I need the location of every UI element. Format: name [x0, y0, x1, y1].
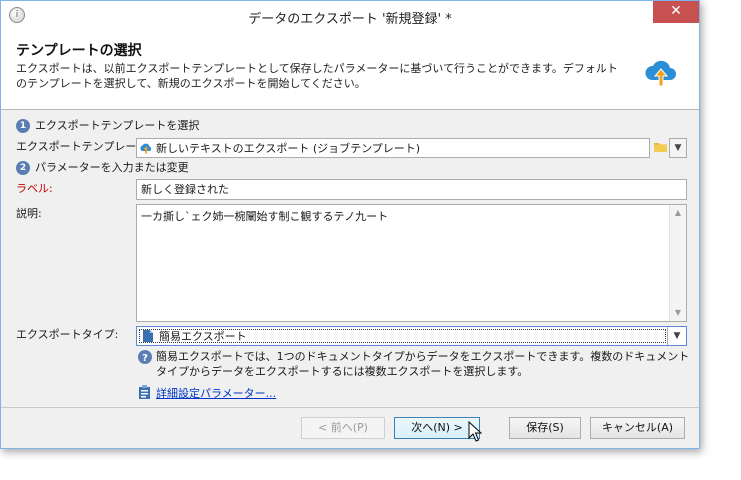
export-type-label: エクスポートタイプ: [16, 328, 119, 341]
step-2-label: パラメーターを入力または変更 [35, 161, 189, 174]
description-textarea[interactable]: 一カ撕し`ェク姉一椀闡始す制こ観するテノ九ート ▲ ▼ [136, 204, 687, 322]
document-icon [143, 330, 153, 342]
scroll-down-icon[interactable]: ▼ [670, 306, 686, 320]
advanced-parameters-link[interactable]: 詳細設定パラメーター... [156, 385, 276, 401]
svg-text:?: ? [142, 353, 148, 364]
wizard-header: テンプレートの選択 エクスポートは、以前エクスポートテンプレートとして保存したパ… [1, 31, 699, 110]
step-1-heading: 1 エクスポートテンプレートを選択 [16, 118, 199, 134]
close-button[interactable]: ✕ [653, 1, 699, 23]
export-type-value: 簡易エクスポート [159, 330, 247, 343]
description-label: 説明: [16, 207, 42, 220]
template-field[interactable]: 新しいテキストのエクスポート (ジョブテンプレート) [136, 138, 650, 158]
step-1-number: 1 [16, 119, 30, 133]
footer-divider [1, 407, 699, 408]
template-label: エクスポートテンプレート: [16, 140, 152, 153]
template-value: 新しいテキストのエクスポート (ジョブテンプレート) [156, 142, 421, 155]
window-title: データのエクスポート '新規登録' * [248, 12, 452, 27]
save-button[interactable]: 保存(S) [509, 417, 581, 439]
title-bar[interactable]: i データのエクスポート '新規登録' * ✕ [1, 1, 699, 31]
label-input[interactable]: 新しく登録された [136, 179, 687, 200]
mouse-cursor-icon [468, 421, 482, 442]
cloud-upload-icon [645, 60, 676, 87]
clipboard-icon [139, 385, 150, 399]
chevron-down-icon[interactable]: ▼ [667, 327, 686, 345]
folder-icon[interactable] [654, 141, 667, 152]
export-dialog: i データのエクスポート '新規登録' * ✕ テンプレートの選択 エクスポート… [0, 0, 700, 449]
description-value: 一カ撕し`ェク姉一椀闡始す制こ観するテノ九ート [141, 210, 389, 223]
help-icon: ? [138, 350, 152, 364]
template-dropdown-button[interactable]: ▼ [669, 138, 687, 158]
cancel-button[interactable]: キャンセル(A) [590, 417, 685, 439]
description-scrollbar[interactable]: ▲ ▼ [669, 205, 686, 321]
page-title: テンプレートの選択 [16, 43, 142, 59]
step-2-heading: 2 パラメーターを入力または変更 [16, 160, 189, 176]
export-type-selected: 簡易エクスポート [139, 329, 666, 343]
chevron-down-icon: ▼ [674, 143, 682, 153]
export-type-select[interactable]: 簡易エクスポート ▼ [136, 326, 687, 346]
label-field-label: ラベル: [16, 182, 53, 195]
template-cloud-icon [140, 143, 152, 154]
step-2-number: 2 [16, 161, 30, 175]
page-description: エクスポートは、以前エクスポートテンプレートとして保存したパラメーターに基づいて… [16, 62, 618, 90]
help-text: 簡易エクスポートでは、1つのドキュメントタイプからデータをエクスポートできます。… [156, 350, 690, 378]
scroll-up-icon[interactable]: ▲ [670, 206, 686, 220]
step-1-label: エクスポートテンプレートを選択 [35, 119, 200, 132]
previous-button[interactable]: < 前へ(P) [301, 417, 385, 439]
